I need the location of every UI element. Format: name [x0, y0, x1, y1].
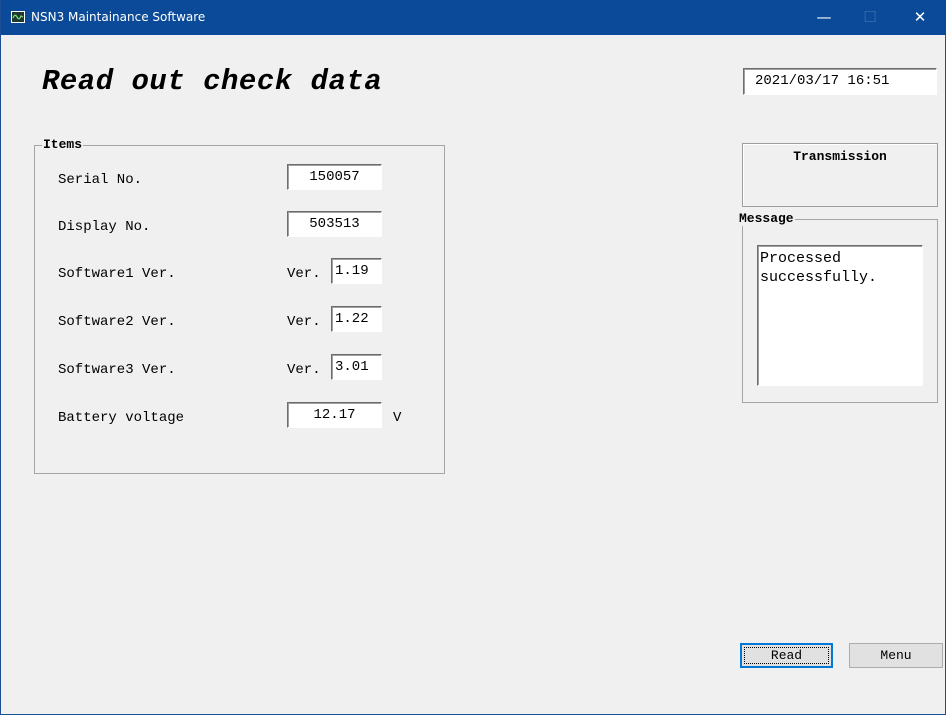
software1-ver-field[interactable]: 1.19: [331, 258, 382, 284]
software3-ver-prefix: Ver.: [287, 362, 321, 378]
window-title: NSN3 Maintainance Software: [31, 10, 206, 24]
software2-ver-field[interactable]: 1.22: [331, 306, 382, 332]
battery-voltage-label: Battery voltage: [58, 410, 185, 426]
menu-button[interactable]: Menu: [849, 643, 943, 668]
minimize-button[interactable]: —: [801, 0, 847, 35]
transmission-label: Transmission: [793, 149, 887, 164]
serial-no-field[interactable]: 150057: [287, 164, 382, 190]
close-button[interactable]: ✕: [897, 0, 943, 35]
datetime-display: 2021/03/17 16:51: [743, 68, 937, 95]
app-window: NSN3 Maintainance Software — ☐ ✕ Read ou…: [0, 0, 946, 715]
focus-rectangle: [744, 647, 829, 664]
maximize-button[interactable]: ☐: [847, 0, 893, 35]
battery-voltage-unit: V: [393, 410, 402, 426]
display-no-field[interactable]: 503513: [287, 211, 382, 237]
read-button[interactable]: Read: [740, 643, 833, 668]
title-bar[interactable]: NSN3 Maintainance Software — ☐ ✕: [1, 0, 946, 35]
software3-ver-label: Software3 Ver.: [58, 362, 176, 378]
battery-voltage-field[interactable]: 12.17: [287, 402, 382, 428]
software1-ver-label: Software1 Ver.: [58, 266, 176, 282]
software1-ver-prefix: Ver.: [287, 266, 321, 282]
app-icon: [11, 11, 25, 23]
display-no-label: Display No.: [58, 219, 151, 235]
software2-ver-label: Software2 Ver.: [58, 314, 176, 330]
transmission-indicator: Transmission: [742, 143, 938, 207]
page-title: Read out check data: [42, 65, 383, 98]
message-text-area[interactable]: Processed successfully.: [757, 245, 923, 386]
menu-button-label: Menu: [880, 648, 912, 663]
items-group-label: Items: [42, 137, 84, 152]
software2-ver-prefix: Ver.: [287, 314, 321, 330]
serial-no-label: Serial No.: [58, 172, 143, 188]
message-group-label: Message: [738, 211, 795, 226]
software3-ver-field[interactable]: 3.01: [331, 354, 382, 380]
